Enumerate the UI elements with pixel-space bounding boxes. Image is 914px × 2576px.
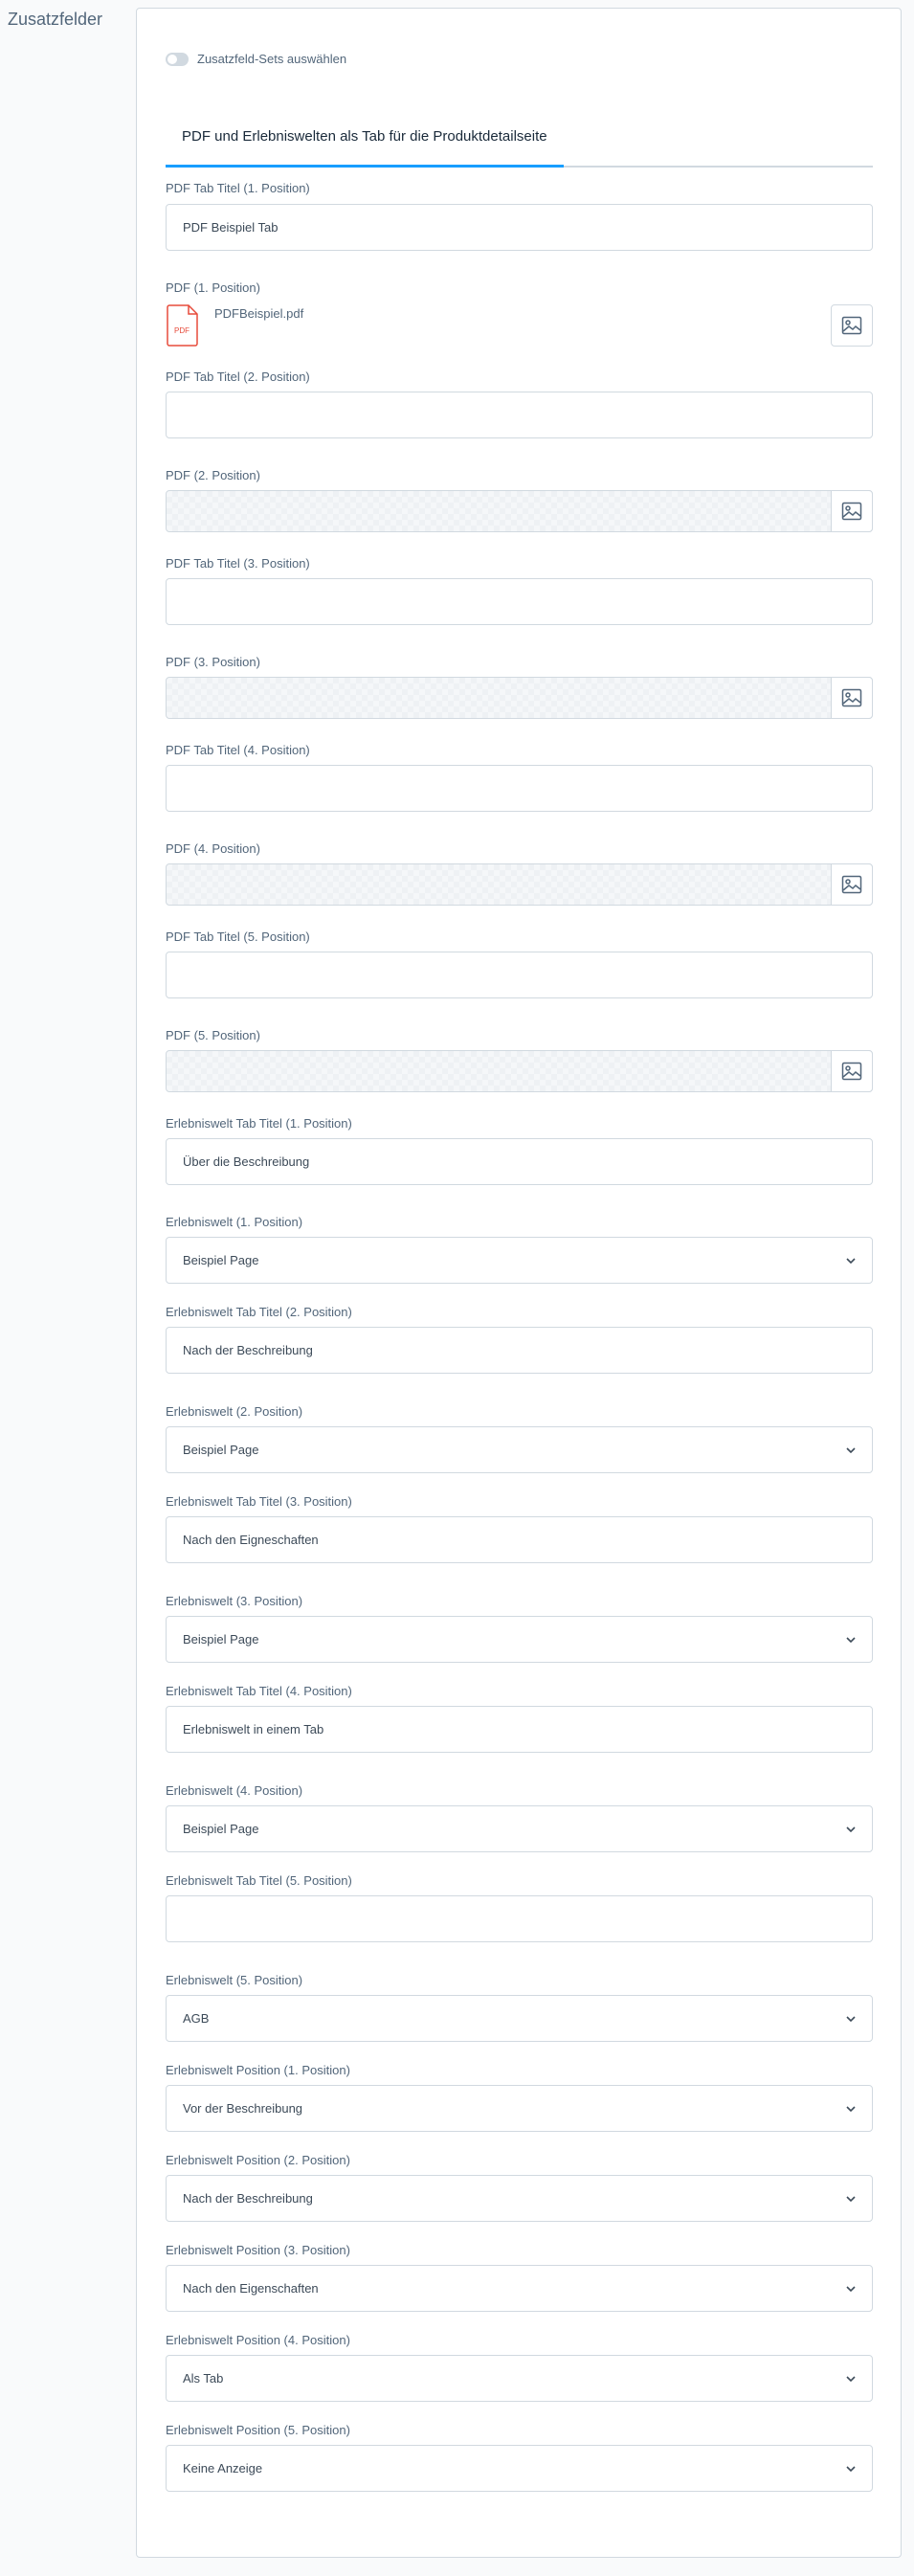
ew-tab-title-2-input[interactable] bbox=[166, 1327, 873, 1374]
image-icon bbox=[841, 875, 862, 894]
pdf-file-icon[interactable]: PDF bbox=[166, 304, 200, 347]
chevron-down-icon bbox=[846, 2376, 856, 2383]
ew-3-select-value: Beispiel Page bbox=[183, 1632, 259, 1646]
pdf-2-label: PDF (2. Position) bbox=[166, 468, 260, 482]
ew-4-label: Erlebniswelt (4. Position) bbox=[166, 1783, 303, 1798]
ew-5-select[interactable]: AGB bbox=[166, 1995, 873, 2042]
chevron-down-icon bbox=[846, 1637, 856, 1644]
ew-position-2-select-value: Nach der Beschreibung bbox=[183, 2191, 313, 2206]
chevron-down-icon bbox=[846, 1258, 856, 1265]
ew-tab-title-1-input[interactable] bbox=[166, 1138, 873, 1185]
ew-position-1-select-value: Vor der Beschreibung bbox=[183, 2101, 303, 2116]
ew-tab-title-3-label: Erlebniswelt Tab Titel (3. Position) bbox=[166, 1494, 352, 1509]
ew-position-3-label: Erlebniswelt Position (3. Position) bbox=[166, 2243, 350, 2257]
ew-1-select[interactable]: Beispiel Page bbox=[166, 1237, 873, 1284]
ew-position-5-select-value: Keine Anzeige bbox=[183, 2461, 263, 2475]
ew-5-label: Erlebniswelt (5. Position) bbox=[166, 1973, 303, 1987]
ew-position-1-label: Erlebniswelt Position (1. Position) bbox=[166, 2063, 350, 2077]
ew-position-1-select[interactable]: Vor der Beschreibung bbox=[166, 2085, 873, 2132]
ew-1-label: Erlebniswelt (1. Position) bbox=[166, 1215, 303, 1229]
chevron-down-icon bbox=[846, 2106, 856, 2113]
field-sets-switch-row: Zusatzfeld-Sets auswählen bbox=[166, 52, 346, 66]
pdf-1-file-name[interactable]: PDFBeispiel.pdf bbox=[214, 306, 303, 321]
pdf-file-type: PDF bbox=[174, 326, 189, 335]
pdf-tab-title-5-label: PDF Tab Titel (5. Position) bbox=[166, 930, 310, 944]
ew-tab-title-2-label: Erlebniswelt Tab Titel (2. Position) bbox=[166, 1305, 352, 1319]
chevron-down-icon bbox=[846, 1447, 856, 1454]
chevron-down-icon bbox=[846, 2016, 856, 2023]
pdf-5-media-field[interactable] bbox=[166, 1050, 873, 1092]
ew-3-label: Erlebniswelt (3. Position) bbox=[166, 1594, 303, 1608]
pdf-tab-title-1-label: PDF Tab Titel (1. Position) bbox=[166, 181, 310, 195]
pdf-tab-title-5-input[interactable] bbox=[166, 952, 873, 998]
pdf-tab-title-1-input[interactable] bbox=[166, 204, 873, 251]
tab-pdf-erlebniswelten-label: PDF und Erlebniswelten als Tab für die P… bbox=[182, 128, 547, 145]
ew-1-select-value: Beispiel Page bbox=[183, 1253, 259, 1267]
chevron-down-icon bbox=[846, 2466, 856, 2473]
pdf-tab-title-2-label: PDF Tab Titel (2. Position) bbox=[166, 370, 310, 384]
ew-2-select-value: Beispiel Page bbox=[183, 1443, 259, 1457]
image-icon bbox=[841, 1062, 862, 1081]
ew-tab-title-4-label: Erlebniswelt Tab Titel (4. Position) bbox=[166, 1684, 352, 1698]
pdf-3-media-button[interactable] bbox=[831, 677, 873, 719]
pdf-tab-title-4-label: PDF Tab Titel (4. Position) bbox=[166, 743, 310, 757]
ew-position-2-select[interactable]: Nach der Beschreibung bbox=[166, 2175, 873, 2222]
pdf-tab-title-3-label: PDF Tab Titel (3. Position) bbox=[166, 556, 310, 571]
pdf-tab-title-3-input[interactable] bbox=[166, 578, 873, 625]
tab-pdf-erlebniswelten[interactable]: PDF und Erlebniswelten als Tab für die P… bbox=[166, 108, 564, 168]
ew-tab-title-4-input[interactable] bbox=[166, 1706, 873, 1753]
field-sets-toggle[interactable] bbox=[166, 52, 189, 66]
pdf-2-media-button[interactable] bbox=[831, 490, 873, 532]
ew-4-select[interactable]: Beispiel Page bbox=[166, 1805, 873, 1852]
ew-tab-title-5-label: Erlebniswelt Tab Titel (5. Position) bbox=[166, 1873, 352, 1888]
ew-position-3-select-value: Nach den Eigenschaften bbox=[183, 2281, 319, 2296]
ew-position-3-select[interactable]: Nach den Eigenschaften bbox=[166, 2265, 873, 2312]
ew-position-4-select[interactable]: Als Tab bbox=[166, 2355, 873, 2402]
image-icon bbox=[841, 316, 862, 335]
pdf-tab-title-2-input[interactable] bbox=[166, 392, 873, 438]
pdf-4-media-field[interactable] bbox=[166, 863, 873, 906]
chevron-down-icon bbox=[846, 2196, 856, 2203]
pdf-1-media-button[interactable] bbox=[831, 304, 873, 347]
tab-bar: PDF und Erlebniswelten als Tab für die P… bbox=[166, 108, 873, 168]
ew-position-4-label: Erlebniswelt Position (4. Position) bbox=[166, 2333, 350, 2347]
ew-tab-title-5-input[interactable] bbox=[166, 1895, 873, 1942]
chevron-down-icon bbox=[846, 2286, 856, 2293]
ew-tab-title-1-label: Erlebniswelt Tab Titel (1. Position) bbox=[166, 1116, 352, 1131]
ew-4-select-value: Beispiel Page bbox=[183, 1822, 259, 1836]
pdf-3-media-field[interactable] bbox=[166, 677, 873, 719]
ew-3-select[interactable]: Beispiel Page bbox=[166, 1616, 873, 1663]
pdf-5-label: PDF (5. Position) bbox=[166, 1028, 260, 1042]
ew-tab-title-3-input[interactable] bbox=[166, 1516, 873, 1563]
ew-5-select-value: AGB bbox=[183, 2011, 210, 2026]
pdf-4-label: PDF (4. Position) bbox=[166, 841, 260, 856]
ew-position-2-label: Erlebniswelt Position (2. Position) bbox=[166, 2153, 350, 2167]
custom-fields-card: Zusatzfeld-Sets auswählen PDF und Erlebn… bbox=[136, 8, 902, 2558]
section-title: Zusatzfelder bbox=[8, 10, 103, 29]
ew-position-5-label: Erlebniswelt Position (5. Position) bbox=[166, 2423, 350, 2437]
pdf-3-label: PDF (3. Position) bbox=[166, 655, 260, 669]
chevron-down-icon bbox=[846, 1826, 856, 1833]
pdf-1-label: PDF (1. Position) bbox=[166, 280, 260, 295]
ew-position-4-select-value: Als Tab bbox=[183, 2371, 224, 2386]
ew-position-5-select[interactable]: Keine Anzeige bbox=[166, 2445, 873, 2492]
field-sets-toggle-label: Zusatzfeld-Sets auswählen bbox=[197, 52, 347, 66]
pdf-2-media-field[interactable] bbox=[166, 490, 873, 532]
ew-2-label: Erlebniswelt (2. Position) bbox=[166, 1404, 303, 1419]
pdf-5-media-button[interactable] bbox=[831, 1050, 873, 1092]
pdf-1-preview: PDF PDFBeispiel.pdf bbox=[166, 304, 873, 354]
image-icon bbox=[841, 688, 862, 707]
pdf-4-media-button[interactable] bbox=[831, 863, 873, 906]
pdf-tab-title-4-input[interactable] bbox=[166, 765, 873, 812]
ew-2-select[interactable]: Beispiel Page bbox=[166, 1426, 873, 1473]
image-icon bbox=[841, 502, 862, 521]
